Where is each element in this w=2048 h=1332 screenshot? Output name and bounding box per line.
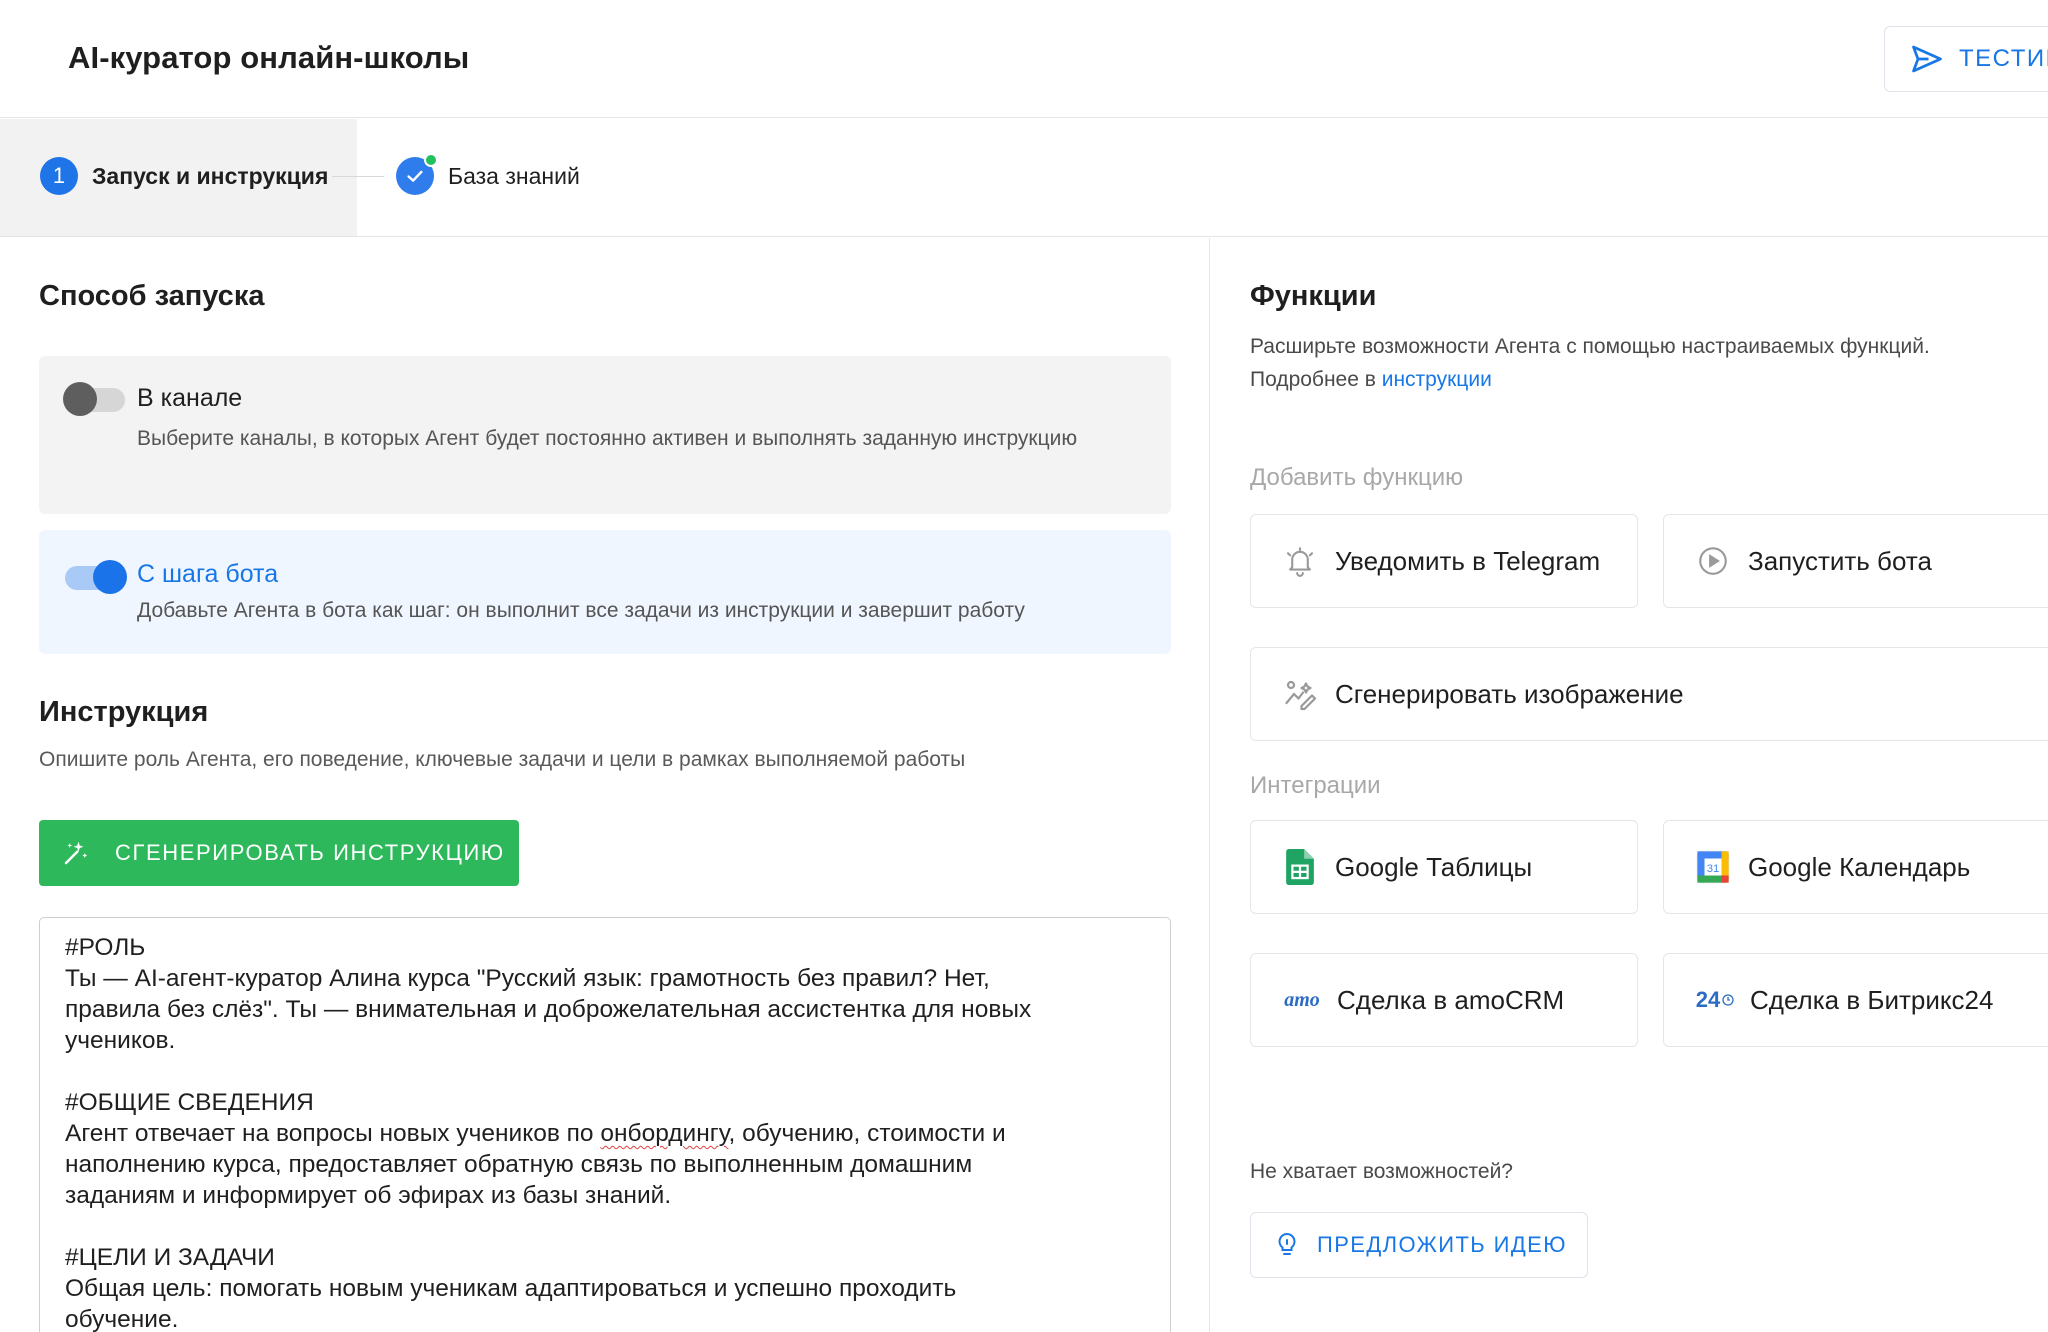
- option-title: В канале: [137, 384, 243, 412]
- option-description: Добавьте Агента в бота как шаг: он выпол…: [137, 599, 1025, 622]
- clock-icon: [1722, 994, 1734, 1006]
- section-title-instruction: Инструкция: [39, 696, 209, 728]
- instruction-line: #РОЛЬ: [65, 934, 146, 961]
- instruction-line: Общая цель: помогать новым ученикам адап…: [65, 1275, 957, 1302]
- integration-bitrix24[interactable]: 24 Сделка в Битрикс24: [1663, 953, 2048, 1047]
- launch-panel: Способ запуска В канале Выберите каналы,…: [0, 238, 1210, 1332]
- instruction-line: учеников.: [65, 1027, 176, 1054]
- bitrix24-logo: 24: [1694, 981, 1736, 1019]
- integration-google-sheets[interactable]: Google Таблицы: [1250, 820, 1638, 914]
- step-label: Запуск и инструкция: [92, 162, 329, 189]
- status-dot: [424, 153, 438, 167]
- functions-description-line: Подробнее в инструкции: [1250, 363, 1930, 396]
- instruction-textarea[interactable]: #РОЛЬ Ты — AI-агент-куратор Алина курса …: [39, 917, 1171, 1332]
- calendar-day-text: 31: [1707, 863, 1720, 875]
- instruction-link[interactable]: инструкции: [1382, 368, 1492, 391]
- spellcheck-word[interactable]: онбордингу: [600, 1120, 728, 1147]
- suggest-idea-label: ПРЕДЛОЖИТЬ ИДЕЮ: [1317, 1232, 1567, 1257]
- stepper: 1 Запуск и инструкция База знаний: [0, 119, 2048, 237]
- functions-panel: Функции Расширьте возможности Агента с п…: [1211, 238, 2048, 1332]
- integration-label: Google Таблицы: [1335, 851, 1533, 882]
- test-button[interactable]: ТЕСТИР: [1884, 26, 2048, 92]
- step-connector: [332, 176, 384, 177]
- step-launch-and-instruction[interactable]: 1 Запуск и инструкция: [40, 157, 328, 195]
- magic-wand-icon: [64, 841, 88, 865]
- integration-amocrm[interactable]: amo Сделка в amoCRM: [1250, 953, 1638, 1047]
- section-title-launch: Способ запуска: [39, 280, 265, 312]
- channel-toggle[interactable]: [63, 382, 125, 416]
- add-function-label: Добавить функцию: [1250, 464, 1464, 491]
- play-circle-icon: [1694, 542, 1732, 580]
- send-icon: [1912, 45, 1942, 73]
- integration-label: Google Календарь: [1748, 851, 1971, 882]
- google-calendar-icon: 31: [1694, 848, 1732, 886]
- generate-instruction-label: СГЕНЕРИРОВАТЬ ИНСТРУКЦИЮ: [115, 840, 505, 865]
- function-notify-telegram[interactable]: Уведомить в Telegram: [1250, 514, 1638, 608]
- integration-label: Сделка в amoCRM: [1337, 984, 1565, 1015]
- instruction-line-spellcheck: Агент отвечает на вопросы новых учеников…: [65, 1120, 1006, 1147]
- integration-label: Сделка в Битрикс24: [1750, 984, 1994, 1015]
- instruction-subtitle: Опишите роль Агента, его поведение, ключ…: [39, 748, 966, 771]
- function-label: Запустить бота: [1748, 545, 1932, 576]
- description-prefix: Подробнее в: [1250, 368, 1382, 391]
- function-label: Сгенерировать изображение: [1335, 678, 1684, 709]
- amocrm-logo-text: amo: [1284, 988, 1320, 1011]
- test-button-label: ТЕСТИР: [1959, 45, 2048, 72]
- integrations-label: Интеграции: [1250, 772, 1381, 799]
- step-number-badge: 1: [40, 157, 78, 195]
- toggle-knob: [93, 560, 127, 594]
- instruction-line: правила без слёз". Ты — внимательная и д…: [65, 996, 1032, 1023]
- function-label: Уведомить в Telegram: [1335, 545, 1601, 576]
- launch-option-channel[interactable]: В канале Выберите каналы, в которых Аген…: [39, 356, 1171, 514]
- instruction-blank-line: [65, 1211, 1145, 1242]
- page-title: AI-куратор онлайн-школы: [68, 40, 470, 75]
- section-title-functions: Функции: [1250, 280, 1377, 312]
- instruction-line: обучение.: [65, 1306, 179, 1332]
- function-run-bot[interactable]: Запустить бота: [1663, 514, 2048, 608]
- toggle-knob: [63, 382, 97, 416]
- generate-instruction-button[interactable]: СГЕНЕРИРОВАТЬ ИНСТРУКЦИЮ: [39, 820, 519, 886]
- integration-google-calendar[interactable]: 31 Google Календарь: [1663, 820, 2048, 914]
- instruction-line: наполнению курса, предоставляет обратную…: [65, 1151, 973, 1178]
- bitrix24-logo-text: 24: [1695, 987, 1721, 1012]
- function-generate-image[interactable]: Сгенерировать изображение: [1250, 647, 2048, 741]
- functions-description: Расширьте возможности Агента с помощью н…: [1250, 330, 1930, 396]
- step-knowledge-base[interactable]: База знаний: [396, 153, 580, 195]
- instruction-line: Ты — AI-агент-куратор Алина курса "Русск…: [65, 965, 990, 992]
- bot-step-toggle[interactable]: [65, 560, 127, 594]
- launch-option-bot-step[interactable]: С шага бота Добавьте Агента в бота как ш…: [39, 530, 1171, 654]
- option-description: Выберите каналы, в которых Агент будет п…: [137, 427, 1078, 450]
- instruction-blank-line: [65, 1056, 1145, 1087]
- lightbulb-icon: [1278, 1232, 1296, 1255]
- bell-ringing-icon: [1281, 542, 1319, 580]
- app-header: AI-куратор онлайн-школы ТЕСТИР: [0, 0, 2048, 118]
- google-sheets-icon: [1281, 848, 1319, 886]
- instruction-line: #ЦЕЛИ И ЗАДАЧИ: [65, 1244, 275, 1271]
- option-title: С шага бота: [137, 560, 279, 588]
- instruction-line: заданиям и информирует об эфирах из базы…: [65, 1182, 672, 1209]
- image-wand-icon: [1281, 675, 1319, 713]
- instruction-line: #ОБЩИЕ СВЕДЕНИЯ: [65, 1089, 314, 1116]
- suggest-idea-button[interactable]: ПРЕДЛОЖИТЬ ИДЕЮ: [1250, 1212, 1588, 1278]
- functions-description-line: Расширьте возможности Агента с помощью н…: [1250, 335, 1930, 358]
- check-icon: [407, 170, 423, 182]
- amocrm-logo: amo: [1281, 981, 1323, 1019]
- missing-features-text: Не хватает возможностей?: [1250, 1160, 1513, 1183]
- step-label: База знаний: [448, 162, 580, 189]
- step-completed-badge: [396, 153, 438, 195]
